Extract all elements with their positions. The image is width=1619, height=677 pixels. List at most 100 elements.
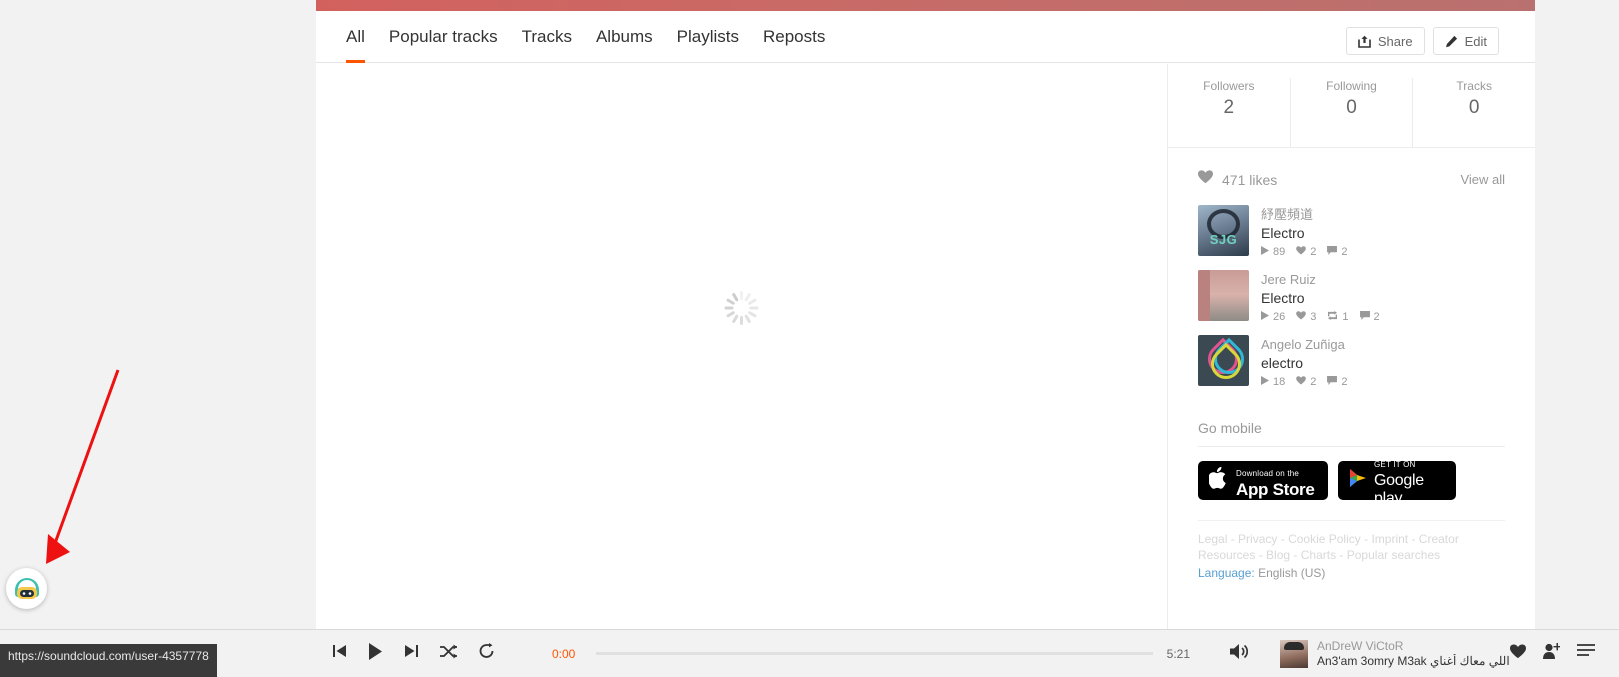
google-play-badge[interactable]: GET IT ON Google play <box>1338 460 1456 507</box>
footer-link[interactable]: Cookie Policy <box>1288 532 1361 546</box>
like-count: 2 <box>1296 376 1316 388</box>
tab-popular-tracks[interactable]: Popular tracks <box>389 27 498 63</box>
track-title[interactable]: Electro <box>1261 224 1348 243</box>
pencil-icon <box>1445 35 1458 48</box>
heart-icon <box>1296 311 1307 323</box>
stat-followers-value: 2 <box>1223 97 1235 118</box>
view-all-likes-link[interactable]: View all <box>1460 172 1505 187</box>
edit-button[interactable]: Edit <box>1432 27 1499 55</box>
footer-link[interactable]: Privacy <box>1238 532 1277 546</box>
track-stats: 18 2 2 <box>1261 376 1348 388</box>
now-playing-artwork[interactable] <box>1280 639 1308 668</box>
comment-count: 2 <box>1359 311 1380 323</box>
track-title[interactable]: electro <box>1261 354 1348 373</box>
comment-icon <box>1359 311 1370 323</box>
play-icon <box>1261 376 1269 388</box>
play-button[interactable] <box>368 642 383 665</box>
stat-tracks[interactable]: Tracks 0 <box>1413 78 1535 147</box>
track-stats: 26 3 1 2 <box>1261 311 1380 323</box>
comment-icon <box>1327 376 1338 388</box>
list-item[interactable]: Jere Ruiz Electro 26 3 1 2 <box>1168 264 1535 329</box>
likes-count: 471 likes <box>1222 171 1278 188</box>
repost-icon <box>1327 311 1338 323</box>
app-store-badge[interactable]: Download on the App Store <box>1198 461 1328 500</box>
now-playing-text: AnDreW ViCtoR An3'am 3omry M3ak اللي معا… <box>1317 639 1510 669</box>
comment-count-value: 2 <box>1373 311 1380 323</box>
right-gutter <box>1535 0 1619 629</box>
app-store-line2: App Store <box>1236 479 1315 499</box>
profile-header-banner <box>316 0 1535 11</box>
track-user[interactable]: Jere Ruiz <box>1261 271 1380 289</box>
like-count-value: 2 <box>1310 376 1317 388</box>
language-label[interactable]: Language: <box>1198 566 1255 580</box>
stat-followers[interactable]: Followers 2 <box>1168 78 1291 147</box>
apple-icon <box>1208 466 1229 495</box>
track-meta: 紓壓頻道 Electro 89 2 2 <box>1261 205 1348 258</box>
comment-count: 2 <box>1327 246 1348 258</box>
volume-icon[interactable] <box>1230 643 1250 665</box>
heart-icon <box>1296 376 1307 388</box>
google-play-text: GET IT ON Google play <box>1374 454 1445 508</box>
track-title[interactable]: Electro <box>1261 289 1380 308</box>
comment-icon <box>1327 246 1338 258</box>
shuffle-button[interactable] <box>440 644 457 664</box>
footer-link[interactable]: Imprint <box>1371 532 1408 546</box>
tab-list: All Popular tracks Tracks Albums Playlis… <box>346 27 825 63</box>
loading-spinner-icon <box>724 291 758 325</box>
track-user[interactable]: Angelo Zuñiga <box>1261 336 1348 354</box>
app-store-text: Download on the App Store <box>1236 463 1315 499</box>
player-actions <box>1510 643 1595 664</box>
list-item[interactable]: Angelo Zuñiga electro 18 2 2 <box>1168 329 1535 394</box>
share-button[interactable]: Share <box>1345 27 1425 55</box>
now-playing-title[interactable]: An3'am 3omry M3ak اللي معاك أغناي <box>1317 654 1510 669</box>
now-playing[interactable]: AnDreW ViCtoR An3'am 3omry M3ak اللي معا… <box>1280 639 1510 669</box>
play-icon <box>1261 246 1269 258</box>
track-meta: Angelo Zuñiga electro 18 2 2 <box>1261 335 1348 388</box>
footer-link[interactable]: Popular searches <box>1347 548 1440 562</box>
tab-albums[interactable]: Albums <box>596 27 653 63</box>
player-progress-bar[interactable] <box>596 652 1153 655</box>
likes-header: 471 likes View all <box>1168 148 1535 199</box>
go-mobile-label: Go mobile <box>1198 420 1262 436</box>
language-selector[interactable]: Language: English (US) <box>1198 563 1505 581</box>
chat-avatar[interactable] <box>6 568 47 609</box>
track-stats: 89 2 2 <box>1261 246 1348 258</box>
list-item[interactable]: SJG 紓壓頻道 Electro 89 2 2 <box>1168 199 1535 264</box>
like-count-value: 3 <box>1310 311 1317 323</box>
player-current-time: 0:00 <box>552 646 576 661</box>
tab-all[interactable]: All <box>346 27 365 63</box>
track-artwork[interactable]: SJG <box>1198 205 1249 256</box>
tab-reposts[interactable]: Reposts <box>763 27 825 63</box>
share-label: Share <box>1377 33 1413 49</box>
heart-icon <box>1296 246 1307 258</box>
track-meta: Jere Ruiz Electro 26 3 1 2 <box>1261 270 1380 323</box>
artwork-text: SJG <box>1209 232 1238 247</box>
track-artwork[interactable] <box>1198 270 1249 321</box>
tab-tracks[interactable]: Tracks <box>522 27 572 63</box>
add-to-playlist-button[interactable] <box>1543 643 1561 664</box>
heart-icon <box>1198 170 1213 189</box>
repost-count-value: 1 <box>1342 311 1349 323</box>
like-count-value: 2 <box>1310 246 1317 258</box>
play-count: 18 <box>1261 376 1285 388</box>
now-playing-user[interactable]: AnDreW ViCtoR <box>1317 639 1510 654</box>
status-bar-url-text: https://soundcloud.com/user-4357778 <box>8 649 209 663</box>
track-user[interactable]: 紓壓頻道 <box>1261 206 1348 224</box>
previous-button[interactable] <box>332 644 347 663</box>
repeat-button[interactable] <box>478 643 495 664</box>
stat-following[interactable]: Following 0 <box>1291 78 1414 147</box>
page-root: All Popular tracks Tracks Albums Playlis… <box>0 0 1619 677</box>
play-count-value: 89 <box>1273 246 1286 258</box>
footer-link[interactable]: Legal <box>1198 532 1227 546</box>
next-button[interactable] <box>404 644 419 663</box>
like-button[interactable] <box>1510 643 1526 664</box>
player-controls <box>332 642 495 665</box>
footer-links: Legal - Privacy - Cookie Policy - Imprin… <box>1198 532 1459 562</box>
footer-link[interactable]: Blog <box>1266 548 1290 562</box>
share-icon <box>1358 35 1371 48</box>
tab-playlists[interactable]: Playlists <box>677 27 739 63</box>
track-artwork[interactable] <box>1198 335 1249 386</box>
footer-link[interactable]: Charts <box>1301 548 1336 562</box>
profile-tabbar: All Popular tracks Tracks Albums Playlis… <box>316 11 1535 63</box>
queue-button[interactable] <box>1577 644 1595 663</box>
